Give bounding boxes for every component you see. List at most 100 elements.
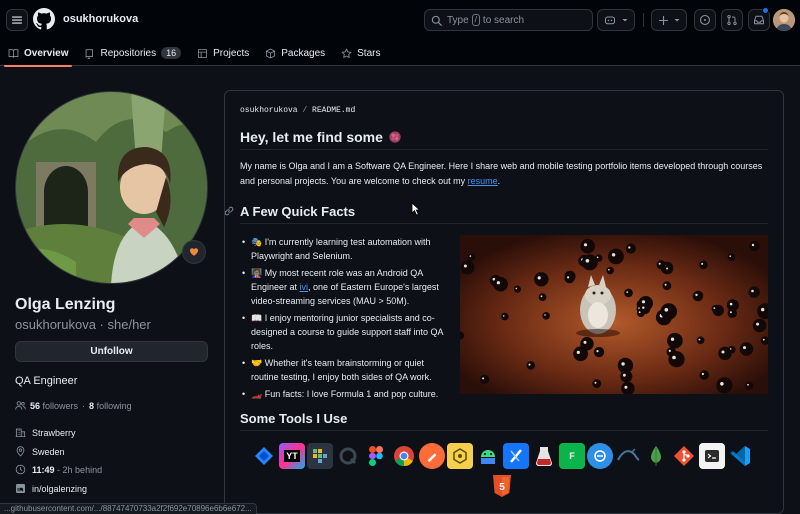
- soot-sprite-eye: [720, 382, 724, 386]
- soot-sprite: [716, 377, 733, 394]
- tab-overview[interactable]: Overview: [0, 40, 76, 67]
- search-input[interactable]: Type / to search: [424, 9, 593, 31]
- soot-sprite-eye: [596, 350, 599, 353]
- soot-sprite-eye: [585, 259, 590, 263]
- soot-sprite: [573, 346, 588, 362]
- soot-sprite-eye: [469, 255, 472, 257]
- top-header: osukhorukova Type / to search Overview R…: [0, 0, 800, 67]
- profile-bio: QA Engineer: [15, 375, 78, 387]
- tab-repositories[interactable]: Repositories 16: [76, 40, 189, 66]
- soot-sprite-eye: [596, 256, 599, 259]
- facts-list: 🎭 I'm currently learning test automation…: [242, 235, 451, 404]
- soot-sprite-eye: [608, 269, 610, 271]
- follow-separator: ·: [82, 400, 86, 411]
- tab-stars-label: Stars: [357, 47, 381, 59]
- copilot-icon: [604, 16, 616, 25]
- tab-packages[interactable]: Packages: [257, 40, 333, 66]
- soot-sprite: [699, 370, 710, 380]
- soot-sprite-eye: [658, 262, 661, 265]
- soot-sprite-eye: [664, 308, 669, 312]
- tab-repositories-label: Repositories: [100, 47, 157, 59]
- soot-sprite-eye: [743, 346, 746, 350]
- issues-button[interactable]: [694, 9, 716, 31]
- soot-sprite: [526, 361, 536, 370]
- soot-sprite: [699, 260, 708, 270]
- readme-breadcrumb: osukhorukova / README.md: [240, 106, 355, 115]
- soot-sprite-eye: [496, 281, 500, 285]
- readme-owner-link[interactable]: osukhorukova: [240, 106, 298, 115]
- facts-divider: [240, 223, 768, 224]
- soot-sprite: [660, 303, 678, 320]
- android-studio-icon: [475, 443, 501, 469]
- figma-icon: [363, 443, 389, 469]
- time-difference: - 2h behind: [57, 464, 103, 475]
- fact-item: 🤝 Whether it's team brainstorming or qui…: [242, 356, 451, 384]
- facts-heading: A Few Quick Facts: [240, 204, 356, 219]
- soot-sprite-eye: [701, 262, 704, 265]
- orange-heart-icon: [189, 248, 199, 256]
- followers-link[interactable]: 56 followers: [30, 401, 78, 411]
- soot-sprite-eye: [666, 267, 669, 270]
- user-avatar[interactable]: [773, 9, 795, 31]
- following-count: 8: [89, 400, 95, 411]
- profile-avatar[interactable]: [15, 91, 208, 284]
- jira-icon: [251, 443, 277, 469]
- github-logo-icon[interactable]: [33, 8, 55, 30]
- xcode-icon: [503, 443, 529, 469]
- linkedin-link[interactable]: in/olgalenzing: [32, 484, 87, 494]
- soot-sprite-eye: [576, 350, 580, 354]
- mongodb-icon: [643, 443, 669, 469]
- soot-sprite-eye: [626, 291, 629, 293]
- soot-sprite: [592, 379, 602, 388]
- clock-icon: [15, 464, 26, 475]
- soot-sprite-eye: [463, 264, 467, 268]
- soot-sprite-eye: [537, 276, 541, 280]
- following-link[interactable]: 8 following: [89, 401, 132, 411]
- soot-sprite: [564, 273, 575, 284]
- unfollow-button[interactable]: Unfollow: [15, 341, 208, 362]
- search-placeholder-suffix: to search: [482, 14, 525, 26]
- set-status-button[interactable]: [182, 240, 206, 264]
- company-name: Strawberry: [32, 427, 76, 438]
- copilot-button[interactable]: [597, 9, 635, 31]
- linkedin-item[interactable]: in/olgalenzing: [15, 483, 87, 494]
- linkedin-icon: [16, 484, 25, 493]
- soot-sprite: [467, 253, 476, 261]
- soot-sprite-eye: [729, 311, 732, 314]
- jmeter-icon: [531, 443, 557, 469]
- soot-sprite: [667, 332, 683, 349]
- tab-projects[interactable]: Projects: [189, 40, 257, 66]
- breadcrumb-separator: /: [302, 106, 308, 115]
- soot-sprite-eye: [528, 363, 531, 366]
- soot-sprite: [625, 243, 636, 254]
- soot-sprite-eye: [698, 338, 701, 341]
- readme-file-name[interactable]: README.md: [312, 106, 355, 115]
- hamburger-menu-button[interactable]: [6, 9, 28, 31]
- proxyman-icon: [587, 443, 613, 469]
- testrail-icon: [307, 443, 333, 469]
- readme-title: Hey, let me find some: [240, 129, 402, 145]
- search-placeholder-prefix: Type: [447, 14, 469, 26]
- soot-sprite-eye: [628, 246, 631, 249]
- inbox-icon: [754, 15, 764, 25]
- owner-name[interactable]: osukhorukova: [63, 13, 138, 25]
- soot-sprite-eye: [482, 377, 485, 380]
- soot-sprite: [542, 312, 550, 320]
- soot-sprite-eye: [611, 253, 616, 257]
- soot-sprite: [726, 299, 739, 312]
- fiddler-icon: F: [559, 443, 585, 469]
- soot-sprite: [624, 288, 633, 298]
- soot-sprite: [639, 303, 651, 315]
- ivi-link[interactable]: ivi: [300, 282, 309, 292]
- tab-stars[interactable]: Stars: [333, 40, 388, 66]
- anchor-link-icon[interactable]: [224, 206, 234, 216]
- create-new-button[interactable]: [651, 9, 687, 31]
- resume-link[interactable]: resume: [468, 176, 498, 186]
- html5-icon: 5: [489, 473, 515, 499]
- soot-sprite: [662, 281, 672, 291]
- soot-sprite: [664, 264, 673, 274]
- terminal-icon: [699, 443, 725, 469]
- pull-requests-button[interactable]: [721, 9, 743, 31]
- tools-divider: [240, 430, 768, 431]
- soot-sprite: [692, 290, 704, 302]
